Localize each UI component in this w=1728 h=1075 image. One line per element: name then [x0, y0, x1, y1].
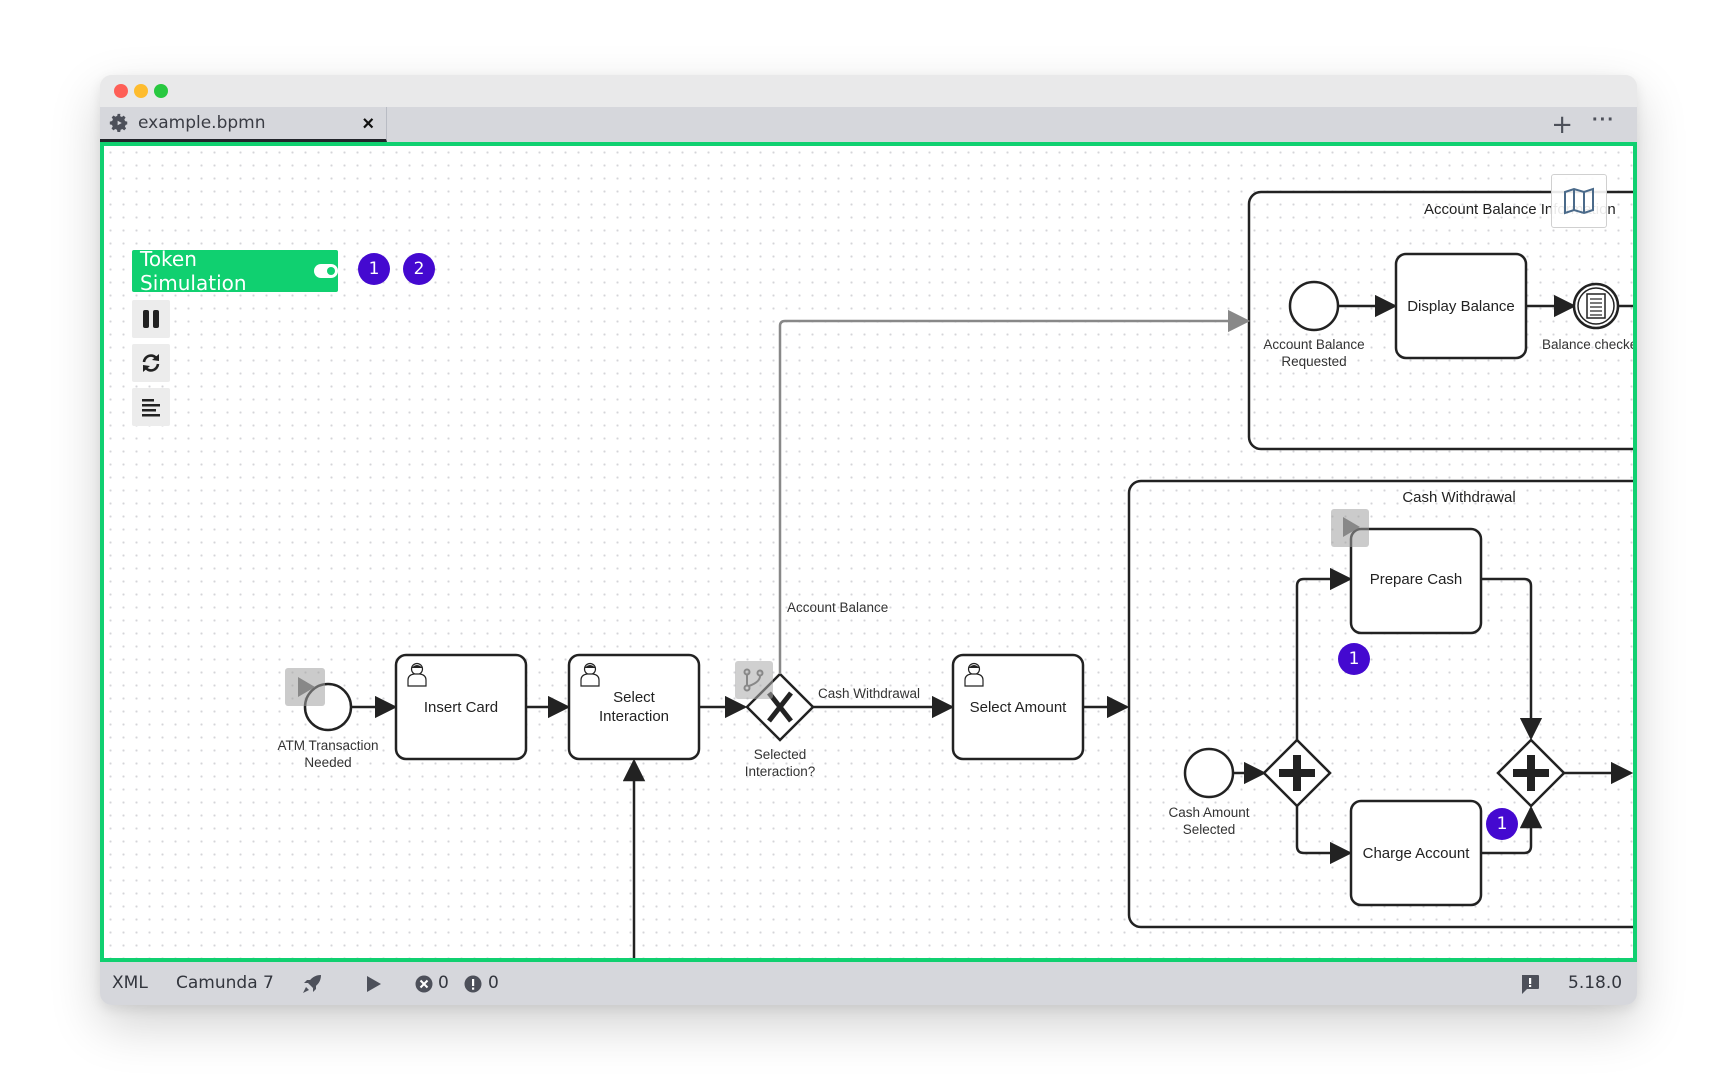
trigger-prepare-cash-button[interactable] — [1331, 509, 1369, 547]
run-play-icon[interactable] — [365, 974, 383, 994]
flow-account-balance[interactable] — [778, 309, 1251, 674]
start-event-cash-amount-label-2: Selected — [1183, 822, 1236, 837]
error-icon[interactable] — [415, 975, 433, 993]
error-count[interactable]: 0 — [438, 973, 449, 993]
minimize-window-button[interactable] — [134, 84, 148, 98]
pause-icon — [143, 310, 159, 328]
task-insert-card-label: Insert Card — [424, 699, 498, 716]
start-event-atm-label: ATM Transaction — [277, 738, 378, 753]
reset-icon — [142, 354, 160, 372]
log-icon — [142, 399, 160, 417]
title-bar — [100, 75, 1637, 107]
process-instance-badge[interactable]: 1 — [358, 253, 390, 285]
engine-version-button[interactable]: Camunda 7 — [176, 973, 274, 993]
gateway-toggle-button[interactable] — [735, 661, 773, 699]
task-display-balance-label: Display Balance — [1407, 298, 1515, 315]
reset-button[interactable] — [132, 344, 170, 382]
token-simulation-label: Token Simulation — [140, 247, 247, 295]
warning-count[interactable]: 0 — [488, 973, 499, 993]
format-xml-button[interactable]: XML — [112, 973, 148, 993]
tab-title: example.bpmn — [138, 113, 266, 133]
bpmn-canvas[interactable]: Account Balance Information Account Bala… — [100, 142, 1637, 962]
task-prepare-cash-label: Prepare Cash — [1370, 571, 1463, 588]
app-version: 5.18.0 — [1568, 973, 1623, 993]
app-window: example.bpmn × + ··· Account Balance Inf… — [100, 75, 1637, 1005]
start-event-account-balance-label-2: Requested — [1281, 354, 1346, 369]
maximize-window-button[interactable] — [154, 84, 168, 98]
flow-cash-withdrawal-label: Cash Withdrawal — [818, 686, 920, 701]
task-select-amount-label: Select Amount — [970, 699, 1068, 716]
subprocess-cash-withdrawal-title: Cash Withdrawal — [1402, 489, 1515, 506]
close-tab-icon[interactable]: × — [362, 113, 374, 136]
trigger-start-button[interactable] — [285, 668, 325, 706]
map-icon — [1564, 187, 1594, 215]
flow-fork-to-charge-account — [1295, 806, 1353, 865]
status-bar: XML Camunda 7 0 0 5.18.0 — [100, 962, 1637, 1005]
gear-icon — [109, 113, 128, 132]
start-event-cash-amount-label: Cash Amount — [1168, 805, 1249, 820]
flow-account-balance-label-text: Account Balance — [787, 600, 888, 615]
start-event-account-balance-label: Account Balance — [1263, 337, 1364, 352]
feedback-icon[interactable] — [1520, 973, 1540, 995]
minimap-toggle-button[interactable] — [1551, 174, 1607, 228]
task-charge-account-label: Charge Account — [1363, 845, 1471, 862]
tab-bar: example.bpmn × + ··· — [100, 107, 1637, 142]
flow-prepare-cash-to-join — [1481, 577, 1543, 741]
pause-button[interactable] — [132, 300, 170, 338]
more-options-button[interactable]: ··· — [1592, 109, 1615, 132]
start-event-atm-label-2: Needed — [304, 755, 351, 770]
new-tab-button[interactable]: + — [1551, 110, 1573, 140]
token-count-badge[interactable]: 1 — [1486, 808, 1518, 840]
task-select-interaction-label-2: Interaction — [599, 708, 669, 725]
start-event-cash-amount[interactable] — [1183, 747, 1235, 799]
exclusive-gateway-label-2: Interaction? — [745, 764, 816, 779]
tab-example-bpmn[interactable]: example.bpmn × — [100, 107, 387, 142]
start-event-account-balance[interactable] — [1288, 280, 1340, 332]
toggle-on-icon — [314, 264, 338, 278]
process-instance-badge[interactable]: 2 — [403, 253, 435, 285]
token-count-badge[interactable]: 1 — [1338, 643, 1370, 675]
end-event-balance-checked-label: Balance checked — [1542, 337, 1633, 352]
token-simulation-toggle[interactable]: Token Simulation — [132, 247, 338, 295]
task-select-interaction-label: Select — [613, 689, 656, 706]
warning-icon[interactable] — [464, 975, 482, 993]
log-button[interactable] — [132, 388, 170, 426]
message-list-icon — [1586, 293, 1606, 319]
exclusive-gateway-label: Selected — [754, 747, 807, 762]
deploy-rocket-icon[interactable] — [300, 972, 324, 996]
close-window-button[interactable] — [114, 84, 128, 98]
